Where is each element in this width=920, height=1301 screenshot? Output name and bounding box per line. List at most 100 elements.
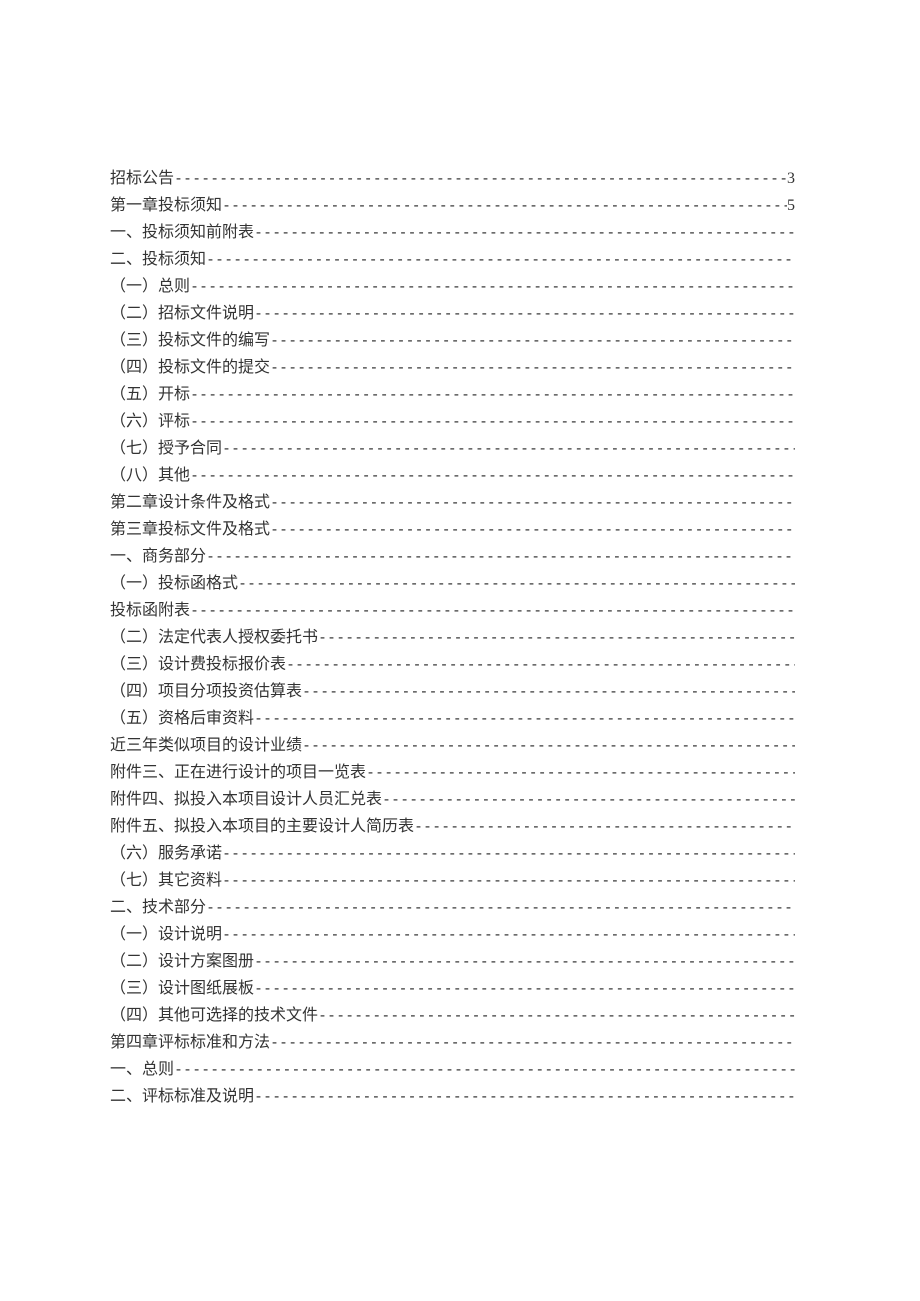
toc-leader — [254, 300, 795, 326]
toc-entry: 近三年类似项目的设计业绩 — [110, 732, 795, 759]
toc-entry: 招标公告 3 — [110, 165, 795, 192]
toc-leader — [254, 219, 795, 245]
toc-label: 一、投标须知前附表 — [110, 220, 254, 246]
toc-label: 二、投标须知 — [110, 247, 206, 273]
toc-label: （二）设计方案图册 — [110, 949, 254, 975]
toc-leader — [382, 786, 795, 812]
toc-leader — [270, 516, 795, 542]
toc-leader — [174, 1056, 795, 1082]
toc-entry: （四）其他可选择的技术文件 — [110, 1002, 795, 1029]
toc-label: 第三章投标文件及格式 — [110, 517, 270, 543]
toc-entry: （一）总则 — [110, 273, 795, 300]
toc-entry: 第二章设计条件及格式 — [110, 489, 795, 516]
toc-leader — [270, 327, 795, 353]
toc-label: （三）投标文件的编写 — [110, 328, 270, 354]
toc-entry: （二）法定代表人授权委托书 — [110, 624, 795, 651]
toc-leader — [222, 867, 795, 893]
toc-label: 第四章评标标准和方法 — [110, 1030, 270, 1056]
toc-leader — [222, 840, 795, 866]
toc-leader — [190, 381, 795, 407]
toc-entry: 一、商务部分 — [110, 543, 795, 570]
toc-entry: 第三章投标文件及格式 — [110, 516, 795, 543]
toc-entry: （一）设计说明 — [110, 921, 795, 948]
toc-label: 附件三、正在进行设计的项目一览表 — [110, 760, 366, 786]
toc-entry: 一、投标须知前附表 — [110, 219, 795, 246]
toc-label: （四）项目分项投资估算表 — [110, 679, 302, 705]
toc-label: 第二章设计条件及格式 — [110, 490, 270, 516]
toc-leader — [318, 624, 795, 650]
toc-leader — [254, 1083, 795, 1109]
toc-entry: 附件四、拟投入本项目设计人员汇兑表 — [110, 786, 795, 813]
toc-leader — [190, 408, 795, 434]
toc-leader — [190, 273, 795, 299]
toc-leader — [366, 759, 795, 785]
toc-leader — [254, 705, 795, 731]
toc-entry: （八）其他 — [110, 462, 795, 489]
toc-leader — [254, 975, 795, 1001]
toc-leader — [190, 462, 795, 488]
toc-label: （五）资格后审资料 — [110, 706, 254, 732]
toc-label: （七）授予合同 — [110, 436, 222, 462]
toc-leader — [206, 246, 795, 272]
toc-label: 近三年类似项目的设计业绩 — [110, 733, 302, 759]
toc-label: （四）其他可选择的技术文件 — [110, 1003, 318, 1029]
toc-entry: （三）设计图纸展板 — [110, 975, 795, 1002]
toc-label: 二、技术部分 — [110, 895, 206, 921]
toc-label: （二）法定代表人授权委托书 — [110, 625, 318, 651]
toc-entry: （六）评标 — [110, 408, 795, 435]
toc-label: 一、总则 — [110, 1057, 174, 1083]
toc-leader — [270, 354, 795, 380]
toc-leader — [270, 1029, 795, 1055]
toc-label: （四）投标文件的提交 — [110, 355, 270, 381]
toc-entry: （四）投标文件的提交 — [110, 354, 795, 381]
toc-leader — [174, 165, 787, 191]
toc-label: （一）设计说明 — [110, 922, 222, 948]
toc-label: （一）总则 — [110, 274, 190, 300]
toc-entry: 一、总则 — [110, 1056, 795, 1083]
toc-leader — [302, 732, 795, 758]
toc-leader — [222, 192, 787, 218]
table-of-contents: 招标公告 3 第一章投标须知 5 一、投标须知前附表二、投标须知（一）总则（二）招标文件… — [110, 165, 795, 1110]
toc-leader — [318, 1002, 795, 1028]
toc-leader — [222, 435, 795, 461]
toc-entry: （一）投标函格式 — [110, 570, 795, 597]
toc-entry: 第一章投标须知 5 — [110, 192, 795, 219]
toc-entry: （七）授予合同 — [110, 435, 795, 462]
toc-leader — [222, 921, 795, 947]
toc-label: （三）设计图纸展板 — [110, 976, 254, 1002]
toc-entry: （二）招标文件说明 — [110, 300, 795, 327]
toc-entry: （四）项目分项投资估算表 — [110, 678, 795, 705]
toc-label: （六）服务承诺 — [110, 841, 222, 867]
toc-entry: 二、技术部分 — [110, 894, 795, 921]
toc-entry: 附件三、正在进行设计的项目一览表 — [110, 759, 795, 786]
toc-leader — [238, 570, 795, 596]
toc-label: 投标函附表 — [110, 598, 190, 624]
toc-label: 附件五、拟投入本项目的主要设计人简历表 — [110, 814, 414, 840]
toc-label: 附件四、拟投入本项目设计人员汇兑表 — [110, 787, 382, 813]
toc-entry: （五）资格后审资料 — [110, 705, 795, 732]
toc-page-number: 3 — [787, 166, 795, 192]
toc-entry: 二、评标标准及说明 — [110, 1083, 795, 1110]
toc-entry: 二、投标须知 — [110, 246, 795, 273]
toc-leader — [302, 678, 795, 704]
toc-leader — [206, 543, 795, 569]
toc-entry: 第四章评标标准和方法 — [110, 1029, 795, 1056]
toc-label: （三）设计费投标报价表 — [110, 652, 286, 678]
toc-label: （七）其它资料 — [110, 868, 222, 894]
toc-label: 一、商务部分 — [110, 544, 206, 570]
toc-entry: （五）开标 — [110, 381, 795, 408]
toc-entry: （三）设计费投标报价表 — [110, 651, 795, 678]
toc-label: （二）招标文件说明 — [110, 301, 254, 327]
toc-label: 第一章投标须知 — [110, 193, 222, 219]
toc-label: （八）其他 — [110, 463, 190, 489]
toc-leader — [270, 489, 795, 515]
toc-label: 招标公告 — [110, 166, 174, 192]
toc-label: （一）投标函格式 — [110, 571, 238, 597]
toc-leader — [206, 894, 795, 920]
toc-entry: （二）设计方案图册 — [110, 948, 795, 975]
toc-label: （六）评标 — [110, 409, 190, 435]
toc-entry: （六）服务承诺 — [110, 840, 795, 867]
toc-entry: （七）其它资料 — [110, 867, 795, 894]
toc-leader — [190, 597, 795, 623]
toc-page-number: 5 — [787, 193, 795, 219]
